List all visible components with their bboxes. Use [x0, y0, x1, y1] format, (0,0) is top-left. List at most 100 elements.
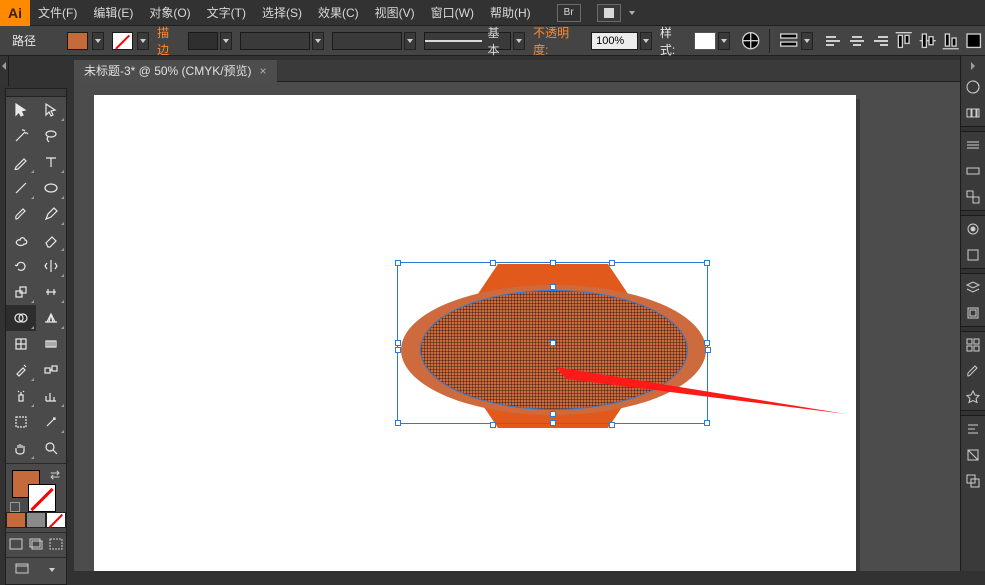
- align-panel-dropdown[interactable]: [801, 32, 813, 50]
- layers-panel-icon[interactable]: [961, 274, 985, 300]
- selection-tool[interactable]: [6, 97, 36, 123]
- brushes-panel-icon[interactable]: [961, 358, 985, 384]
- transform-panel-icon[interactable]: [961, 442, 985, 468]
- bbox-handle-e[interactable]: [704, 340, 710, 346]
- screen-mode-button[interactable]: [15, 563, 29, 578]
- scale-tool[interactable]: [6, 279, 36, 305]
- tools-panel-grip[interactable]: [6, 89, 66, 97]
- menu-window[interactable]: 窗口(W): [423, 0, 482, 26]
- zoom-tool[interactable]: [36, 435, 66, 461]
- pathfinder-panel-icon[interactable]: [961, 468, 985, 494]
- color-mode-none[interactable]: [46, 512, 66, 528]
- draw-normal-button[interactable]: [9, 538, 23, 553]
- color-panel-icon[interactable]: [961, 74, 985, 100]
- document-tab[interactable]: 未标题-3* @ 50% (CMYK/预览) ×: [74, 60, 277, 82]
- bbox-handle-s[interactable]: [550, 420, 556, 426]
- stroke-swatch[interactable]: [112, 32, 133, 50]
- color-guide-panel-icon[interactable]: [961, 100, 985, 126]
- align-top-button[interactable]: [893, 31, 914, 51]
- transform-panel-button[interactable]: [963, 31, 984, 51]
- opacity-label[interactable]: 不透明度:: [527, 24, 589, 58]
- width-tool[interactable]: [36, 279, 66, 305]
- draw-behind-button[interactable]: [29, 538, 43, 553]
- left-dock-handle[interactable]: [0, 56, 9, 86]
- mesh-tool[interactable]: [6, 331, 36, 357]
- perspective-grid-tool[interactable]: [36, 305, 66, 331]
- align-right-button[interactable]: [870, 31, 891, 51]
- menu-object[interactable]: 对象(O): [141, 0, 198, 26]
- draw-inside-button[interactable]: [49, 538, 63, 553]
- bbox-handle-ne[interactable]: [704, 260, 710, 266]
- screen-mode-dropdown[interactable]: [46, 561, 58, 579]
- blob-brush-tool[interactable]: [6, 227, 36, 253]
- stroke-swatch-dropdown[interactable]: [137, 32, 149, 50]
- transparency-panel-icon[interactable]: [961, 184, 985, 210]
- ellipse-tool[interactable]: [36, 175, 66, 201]
- symbols-panel-icon[interactable]: [961, 384, 985, 410]
- graphic-style-dropdown[interactable]: [718, 32, 730, 50]
- graphic-style-swatch[interactable]: [694, 32, 715, 50]
- anchor-handle[interactable]: [490, 422, 496, 428]
- column-graph-tool[interactable]: [36, 383, 66, 409]
- stroke-weight-field[interactable]: [188, 32, 217, 50]
- dock-expand-icon[interactable]: [971, 62, 975, 70]
- bbox-handle-w[interactable]: [395, 340, 401, 346]
- reflect-tool[interactable]: [36, 253, 66, 279]
- menu-help[interactable]: 帮助(H): [482, 0, 539, 26]
- align-panel-icon[interactable]: [961, 416, 985, 442]
- bridge-button[interactable]: Br: [557, 4, 581, 22]
- anchor-handle[interactable]: [705, 347, 711, 353]
- bbox-handle-n[interactable]: [550, 260, 556, 266]
- stroke-profile-field[interactable]: [240, 32, 310, 50]
- pencil-tool[interactable]: [36, 201, 66, 227]
- anchor-handle[interactable]: [550, 411, 556, 417]
- anchor-handle[interactable]: [609, 260, 615, 266]
- menu-select[interactable]: 选择(S): [254, 0, 310, 26]
- brush-definition[interactable]: 基本: [424, 32, 512, 50]
- stroke-panel-icon[interactable]: [961, 132, 985, 158]
- anchor-handle[interactable]: [550, 284, 556, 290]
- symbol-sprayer-tool[interactable]: [6, 383, 36, 409]
- stroke-profile-dropdown[interactable]: [312, 32, 324, 50]
- fill-stroke-control[interactable]: ⇄: [6, 466, 66, 512]
- artboard[interactable]: [94, 95, 856, 571]
- align-bottom-button[interactable]: [940, 31, 961, 51]
- menu-effect[interactable]: 效果(C): [310, 0, 367, 26]
- close-icon[interactable]: ×: [260, 64, 267, 78]
- pen-tool[interactable]: [6, 149, 36, 175]
- menu-file[interactable]: 文件(F): [30, 0, 85, 26]
- artboards-panel-icon[interactable]: [961, 300, 985, 326]
- bbox-handle-sw[interactable]: [395, 420, 401, 426]
- swatches-panel-icon[interactable]: [961, 332, 985, 358]
- anchor-handle[interactable]: [490, 260, 496, 266]
- workspace-layout-button[interactable]: [597, 4, 621, 22]
- color-mode-solid[interactable]: [6, 512, 26, 528]
- slice-tool[interactable]: [36, 409, 66, 435]
- magic-wand-tool[interactable]: [6, 123, 36, 149]
- eyedropper-tool[interactable]: [6, 357, 36, 383]
- gradient-panel-icon[interactable]: [961, 158, 985, 184]
- eraser-tool[interactable]: [36, 227, 66, 253]
- anchor-handle[interactable]: [395, 347, 401, 353]
- menu-edit[interactable]: 编辑(E): [85, 0, 141, 26]
- fill-swatch[interactable]: [67, 32, 88, 50]
- fill-dropdown[interactable]: [92, 32, 104, 50]
- stroke-weight-dropdown[interactable]: [220, 32, 232, 50]
- bbox-center[interactable]: [550, 340, 556, 346]
- anchor-handle[interactable]: [609, 422, 615, 428]
- menu-view[interactable]: 视图(V): [367, 0, 423, 26]
- align-panel-button[interactable]: [778, 31, 799, 51]
- paintbrush-tool[interactable]: [6, 201, 36, 227]
- type-tool[interactable]: [36, 149, 66, 175]
- align-vcenter-button[interactable]: [917, 31, 938, 51]
- direct-selection-tool[interactable]: [36, 97, 66, 123]
- shape-builder-tool[interactable]: [6, 305, 36, 331]
- bbox-handle-nw[interactable]: [395, 260, 401, 266]
- stroke-label[interactable]: 描边: [151, 24, 186, 58]
- opacity-field[interactable]: 100%: [591, 32, 638, 50]
- align-left-button[interactable]: [823, 31, 844, 51]
- swap-fill-stroke-icon[interactable]: ⇄: [50, 468, 60, 482]
- line-tool[interactable]: [6, 175, 36, 201]
- opacity-dropdown[interactable]: [640, 32, 652, 50]
- stroke-color-box[interactable]: [28, 484, 56, 512]
